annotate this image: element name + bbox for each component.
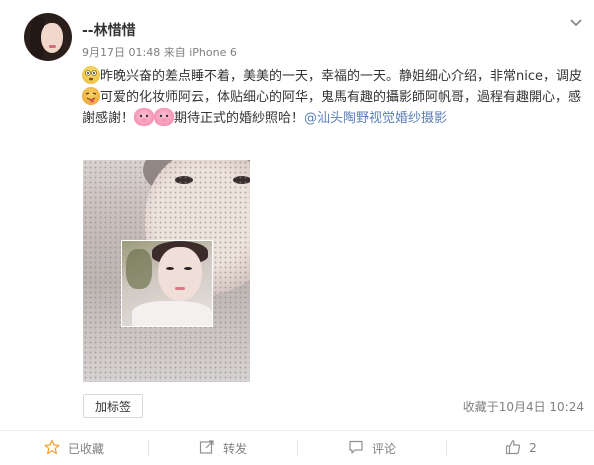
add-tag-button[interactable]: 加标签 bbox=[83, 394, 143, 418]
like-button[interactable]: 2 bbox=[447, 431, 594, 465]
favorited-time: 收藏于10月4日 10:24 bbox=[462, 400, 584, 414]
post-meta: 9月17日 01:48 来自 iPhone 6 bbox=[82, 44, 237, 60]
post-timestamp[interactable]: 9月17日 01:48 bbox=[82, 46, 160, 59]
tongue-emoji-icon bbox=[82, 87, 100, 105]
inset-plant bbox=[126, 249, 152, 289]
post-photo[interactable] bbox=[83, 160, 250, 382]
action-bar: 已收藏 转发 评论 2 bbox=[0, 430, 594, 465]
avatar[interactable] bbox=[24, 13, 72, 61]
comment-icon bbox=[348, 439, 364, 458]
forward-icon bbox=[199, 439, 215, 458]
favorite-label: 已收藏 bbox=[67, 441, 104, 456]
forward-button[interactable]: 转发 bbox=[149, 431, 297, 465]
avatar-lips bbox=[49, 45, 56, 48]
inset-face bbox=[158, 247, 202, 301]
username-link[interactable]: --林惜惜 bbox=[82, 20, 136, 40]
post-content: 昨晚兴奋的差点睡不着，美美的一天，幸福的一天。静姐细心介绍，非常nice，调皮 … bbox=[82, 66, 582, 129]
weibo-post-card: --林惜惜 9月17日 01:48 来自 iPhone 6 昨晚兴奋的差点睡不着… bbox=[0, 0, 594, 465]
like-count: 2 bbox=[529, 441, 537, 455]
forward-label: 转发 bbox=[222, 441, 247, 456]
chevron-down-icon[interactable] bbox=[568, 14, 584, 27]
inset-eye bbox=[184, 267, 192, 270]
avatar-face bbox=[41, 23, 63, 53]
favorite-button[interactable]: 已收藏 bbox=[0, 431, 148, 465]
pig-emoji-icon bbox=[134, 108, 155, 126]
inset-eye bbox=[166, 267, 174, 270]
sleepy-emoji-icon bbox=[82, 66, 100, 84]
source-prefix: 来自 bbox=[163, 46, 186, 59]
post-source[interactable]: iPhone 6 bbox=[189, 46, 237, 59]
inset-lips bbox=[175, 287, 185, 290]
photo-inset bbox=[121, 240, 213, 327]
mention-link[interactable]: @汕头陶野视觉婚纱摄影 bbox=[304, 111, 447, 126]
inset-dress bbox=[132, 301, 212, 326]
comment-label: 评论 bbox=[371, 441, 396, 456]
content-text-3: 期待正式的婚紗照哈！ bbox=[174, 111, 305, 126]
comment-button[interactable]: 评论 bbox=[298, 431, 446, 465]
thumbs-up-icon bbox=[505, 439, 521, 458]
pig-emoji-icon bbox=[154, 108, 175, 126]
star-icon bbox=[44, 439, 60, 458]
content-text-1: 昨晚兴奋的差点睡不着，美美的一天，幸福的一天。静姐细心介绍，非常nice，调皮 bbox=[100, 69, 582, 84]
